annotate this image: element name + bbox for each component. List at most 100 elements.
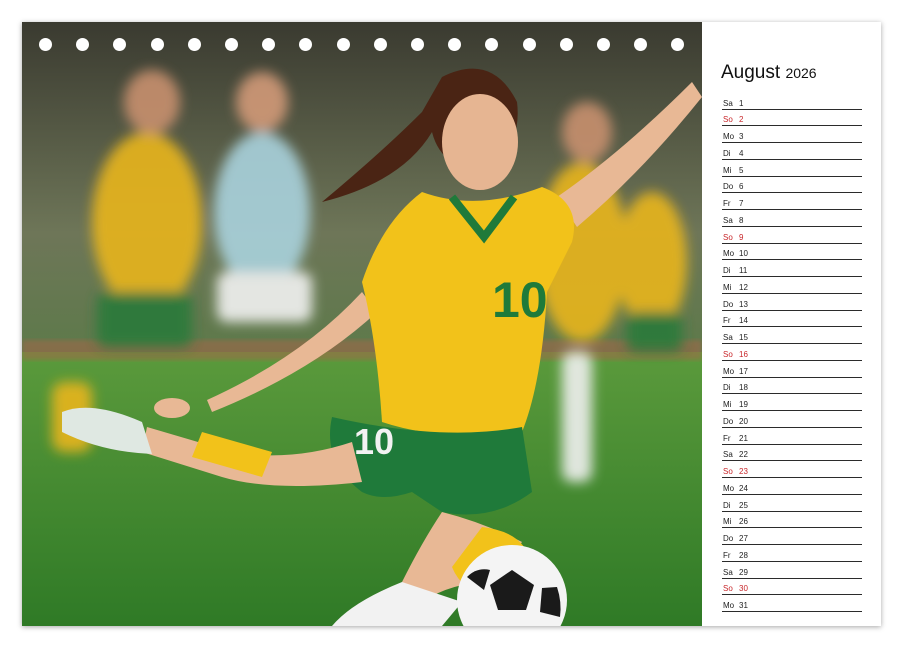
day-number: 14 — [739, 316, 748, 326]
day-number: 10 — [739, 249, 748, 259]
day-row: Sa 29 — [722, 562, 862, 579]
day-number: 22 — [739, 450, 748, 460]
weekday-label: Fr — [723, 550, 731, 560]
day-row: Di 18 — [722, 378, 862, 395]
day-row: Mi 26 — [722, 512, 862, 529]
day-row: Mi 12 — [722, 277, 862, 294]
day-number: 5 — [739, 165, 744, 175]
jersey-number: 10 — [492, 272, 548, 328]
weekday-label: So — [723, 115, 733, 125]
day-number: 30 — [739, 584, 748, 594]
day-row: Di 4 — [722, 143, 862, 160]
weekday-label: Mo — [723, 249, 735, 259]
weekday-label: Fr — [723, 199, 731, 209]
binding-ring — [76, 38, 90, 51]
weekday-label: Do — [723, 299, 734, 309]
weekday-label: Mo — [723, 132, 735, 142]
shorts-number: 10 — [354, 421, 394, 462]
binding-ring — [671, 38, 685, 51]
binding-ring — [559, 38, 573, 51]
day-row: Di 11 — [722, 261, 862, 278]
day-row: Sa 1 — [722, 93, 862, 110]
weekday-label: Sa — [723, 98, 733, 108]
day-row: Do 13 — [722, 294, 862, 311]
day-number: 23 — [739, 467, 748, 477]
weekday-label: Sa — [723, 450, 733, 460]
day-row: Sa 8 — [722, 210, 862, 227]
weekday-label: Sa — [723, 567, 733, 577]
day-row: So 2 — [722, 110, 862, 127]
weekday-label: Mo — [723, 601, 735, 611]
weekday-label: So — [723, 584, 733, 594]
day-row: Mo 17 — [722, 361, 862, 378]
day-number: 7 — [739, 199, 744, 209]
calendar-panel: August 2026 Sa 1 So 2 Mo 3 Di 4 Mi 5 Do 6 Fr 7 Sa 8 So 9 M… — [702, 22, 881, 626]
day-number: 20 — [739, 416, 748, 426]
day-row: So 23 — [722, 462, 862, 479]
day-number: 8 — [739, 215, 744, 225]
weekday-label: Mi — [723, 517, 732, 527]
weekday-label: So — [723, 349, 733, 359]
binding-ring — [150, 38, 164, 51]
year-label: 2026 — [785, 65, 817, 81]
day-number: 4 — [739, 148, 744, 158]
day-number: 25 — [739, 500, 748, 510]
day-number: 9 — [739, 232, 744, 242]
day-number: 12 — [739, 282, 748, 292]
binding-ring — [522, 38, 536, 51]
day-row: Do 6 — [722, 177, 862, 194]
day-number: 18 — [739, 383, 748, 393]
binding-ring — [262, 38, 276, 51]
day-row: Mo 3 — [722, 127, 862, 144]
calendar-page: 10 10 August 2026 Sa 1 So 2 Mo 3 Di 4 Mi… — [22, 22, 881, 626]
weekday-label: Do — [723, 182, 734, 192]
weekday-label: Do — [723, 416, 734, 426]
weekday-label: Sa — [723, 215, 733, 225]
day-number: 15 — [739, 333, 748, 343]
weekday-label: Mo — [723, 483, 735, 493]
day-number: 31 — [739, 601, 748, 611]
day-row: Do 27 — [722, 529, 862, 546]
day-row: Mo 31 — [722, 596, 862, 613]
binding-ring — [187, 38, 201, 51]
binding-ring — [336, 38, 350, 51]
weekday-label: Sa — [723, 333, 733, 343]
binding-ring — [113, 38, 127, 51]
day-row: Fr 21 — [722, 428, 862, 445]
day-number: 24 — [739, 483, 748, 493]
binding-ring — [597, 38, 610, 51]
binding-ring — [411, 38, 424, 51]
soccer-photo: 10 10 — [22, 22, 702, 626]
binding-ring — [448, 38, 462, 51]
day-row: Mo 10 — [722, 244, 862, 261]
day-number: 17 — [739, 366, 748, 376]
day-number: 21 — [739, 433, 748, 443]
day-number: 2 — [739, 115, 744, 125]
day-number: 27 — [739, 534, 748, 544]
day-number: 28 — [739, 550, 748, 560]
day-row: Fr 14 — [722, 311, 862, 328]
day-number: 19 — [739, 400, 748, 410]
day-number: 6 — [739, 182, 744, 192]
binding-ring — [373, 38, 387, 51]
weekday-label: So — [723, 467, 733, 477]
day-row: Mi 19 — [722, 395, 862, 412]
day-number: 13 — [739, 299, 748, 309]
weekday-label: So — [723, 232, 733, 242]
day-row: Fr 28 — [722, 545, 862, 562]
day-row: Di 25 — [722, 495, 862, 512]
day-number: 26 — [739, 517, 748, 527]
weekday-label: Mi — [723, 165, 732, 175]
weekday-label: Di — [723, 148, 731, 158]
day-number: 16 — [739, 349, 748, 359]
day-number: 29 — [739, 567, 748, 577]
day-row: Do 20 — [722, 411, 862, 428]
weekday-label: Di — [723, 500, 731, 510]
day-number: 1 — [739, 98, 744, 108]
binding-ring — [39, 38, 52, 51]
weekday-label: Di — [723, 266, 731, 276]
day-row: Fr 7 — [722, 194, 862, 211]
day-row: Mi 5 — [722, 160, 862, 177]
weekday-label: Mo — [723, 366, 735, 376]
month-name: August — [721, 62, 781, 83]
